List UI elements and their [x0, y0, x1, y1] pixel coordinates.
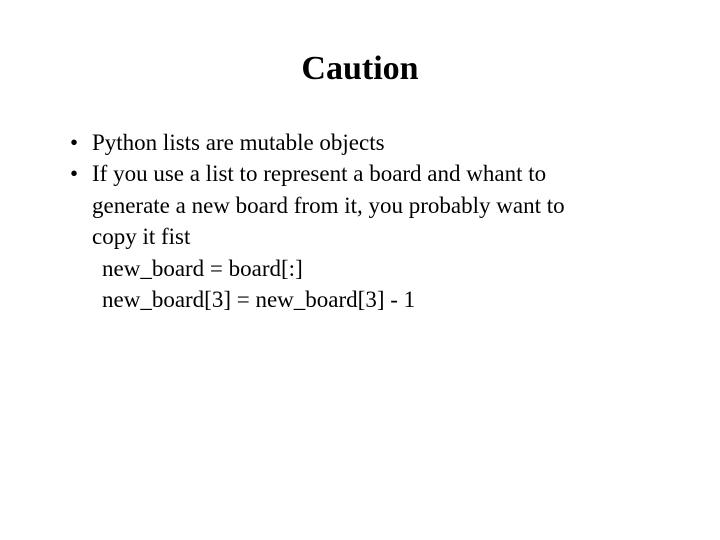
- code-line: new_board[3] = new_board[3] - 1: [70, 285, 650, 314]
- bullet-continuation: copy it fist: [70, 222, 650, 251]
- bullet-item: If you use a list to represent a board a…: [70, 159, 650, 188]
- slide: Caution Python lists are mutable objects…: [0, 0, 720, 540]
- slide-body: Python lists are mutable objects If you …: [70, 128, 650, 315]
- slide-title: Caution: [70, 50, 650, 88]
- code-line: new_board = board[:]: [70, 254, 650, 283]
- bullet-item: Python lists are mutable objects: [70, 128, 650, 157]
- bullet-continuation: generate a new board from it, you probab…: [70, 191, 650, 220]
